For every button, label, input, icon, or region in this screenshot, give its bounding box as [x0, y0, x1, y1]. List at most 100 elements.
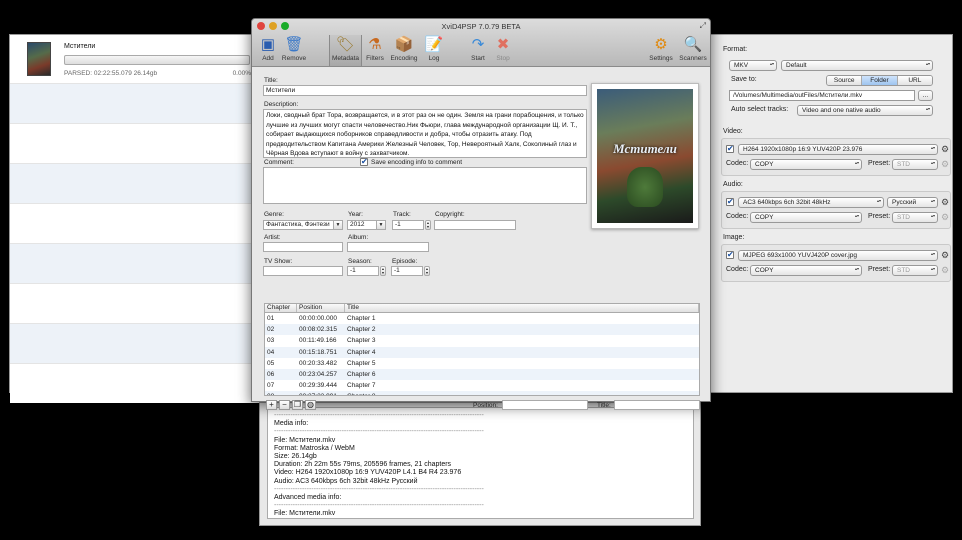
settings-button[interactable]: ⚙ Settings — [645, 35, 677, 62]
image-track-select[interactable]: MJPEG 693x1000 YUVJ420P cover.jpg — [738, 250, 938, 261]
browse-button[interactable]: ... — [918, 90, 933, 101]
fullscreen-icon[interactable]: ⤢ — [700, 21, 706, 31]
copy-chapters-icon[interactable]: ❐ — [292, 400, 303, 410]
chapter-position-input[interactable] — [502, 400, 588, 410]
table-row[interactable]: 06 00:23:04.257 Chapter 6 — [265, 368, 699, 381]
table-row[interactable]: 05 00:20:33.482 Chapter 5 — [265, 358, 699, 369]
chapters-header: Chapter Position Title — [265, 304, 699, 313]
audio-language-select[interactable]: Русский — [887, 197, 938, 208]
scanners-button[interactable]: 🔍 Scanners — [677, 35, 709, 62]
video-preset-select[interactable]: STD — [892, 159, 938, 170]
album-field[interactable] — [347, 242, 429, 252]
comment-field[interactable] — [263, 167, 587, 204]
table-row[interactable]: 03 00:11:49.166 Chapter 3 — [265, 335, 699, 346]
episode-label: Episode: — [392, 258, 418, 265]
artist-field[interactable] — [263, 242, 343, 252]
col-position-header[interactable]: Position — [297, 304, 345, 312]
trash-icon: 🗑 — [284, 36, 304, 53]
save-encoding-info-checkbox[interactable] — [360, 157, 368, 166]
table-row[interactable]: 07 00:29:39.444 Chapter 7 — [265, 380, 699, 391]
encoding-button[interactable]: 📦 Encoding — [388, 35, 420, 62]
video-track-select[interactable]: H264 1920x1080p 16:9 YUV420P 23.976 — [738, 144, 938, 155]
chapter-number-cell: 07 — [267, 382, 275, 390]
log-line: File: Мстители.mkv — [274, 510, 336, 518]
log-line: Audio: AC3 640kbps 6ch 32bit 48kHz Русск… — [274, 477, 418, 485]
output-path-input[interactable]: /Volumes/Multimedia/outFiles/Мстители.mk… — [729, 90, 915, 101]
metadata-window: XviD4PSP 7.0.79 BETA ⤢ ▣ Add 🗑 Remove 🏷 … — [251, 18, 711, 410]
audio-track-gear-icon[interactable]: ⚙ — [941, 198, 949, 207]
image-preset-gear-icon[interactable]: ⚙ — [941, 266, 949, 275]
filters-icon: ⚗ — [368, 36, 382, 53]
remove-button[interactable]: 🗑 Remove — [278, 35, 310, 62]
seg-url[interactable]: URL — [897, 76, 932, 85]
video-preset-gear-icon[interactable]: ⚙ — [941, 160, 949, 169]
video-track-checkbox[interactable] — [726, 144, 734, 153]
audio-codec-select[interactable]: COPY — [750, 212, 862, 223]
seg-source[interactable]: Source — [827, 76, 863, 85]
stepper-arrows-icon[interactable]: ▲ ▼ — [424, 266, 430, 276]
chevron-down-icon[interactable]: ▼ — [333, 221, 342, 229]
remove-chapter-button[interactable]: − — [279, 400, 290, 410]
tvshow-field[interactable] — [263, 266, 343, 276]
table-row[interactable]: 01 00:00:00.000 Chapter 1 — [265, 313, 699, 324]
stop-label: Stop — [496, 55, 510, 62]
audio-preset-select[interactable]: STD — [892, 212, 938, 223]
table-row[interactable]: 02 00:08:02.315 Chapter 2 — [265, 324, 699, 336]
audio-label: Audio: — [723, 181, 743, 188]
stepper-arrows-icon[interactable]: ▲ ▼ — [380, 266, 386, 276]
audio-track-select[interactable]: AC3 640kbps 6ch 32bit 48kHz — [738, 197, 884, 208]
log-line: ----------------------------------------… — [274, 502, 484, 510]
video-label: Video: — [723, 128, 743, 135]
format-select[interactable]: MKV — [729, 60, 777, 71]
auto-select-tracks[interactable]: Video and one native audio — [797, 105, 933, 116]
season-stepper[interactable]: -1 ▲ ▼ — [347, 266, 386, 276]
col-chapter-header[interactable]: Chapter — [265, 304, 297, 312]
chapter-title-label: Title: — [597, 402, 611, 409]
table-row[interactable]: 0800:37:23.991Chapter 8 — [265, 391, 699, 395]
video-codec-select[interactable]: COPY — [750, 159, 862, 170]
filters-button[interactable]: ⚗ Filters — [359, 35, 391, 62]
image-track-checkbox[interactable] — [726, 250, 734, 259]
log-button[interactable]: 📝 Log — [418, 35, 450, 62]
toolbar: XviD4PSP 7.0.79 BETA ⤢ ▣ Add 🗑 Remove 🏷 … — [252, 19, 710, 67]
image-codec-select[interactable]: COPY — [750, 265, 862, 276]
chapter-title-cell: Chapter 3 — [347, 337, 376, 345]
format-preset-select[interactable]: Default — [781, 60, 933, 71]
video-box: H264 1920x1080p 16:9 YUV420P 23.976 ⚙ Co… — [721, 138, 951, 176]
chevron-down-icon[interactable]: ▼ — [376, 221, 385, 229]
log-line: Duration: 2h 22m 55s 79ms, 205596 frames… — [274, 461, 452, 469]
col-title-header[interactable]: Title — [345, 304, 699, 312]
queue-window: Мстители PARSED: 02:22:55.079 26.14gb 0.… — [9, 34, 261, 403]
stop-button[interactable]: ✖ Stop — [487, 35, 519, 62]
globe-icon[interactable]: ◍ — [305, 400, 316, 410]
chapter-position-cell: 00:00:00.000 — [299, 315, 337, 322]
genre-combo[interactable]: Фантастика, Фэнтези ▼ — [263, 220, 343, 230]
title-field[interactable]: Мстители — [263, 85, 587, 96]
track-stepper[interactable]: -1 ▲ ▼ — [392, 220, 431, 230]
chapter-title-cell: Chapter 5 — [347, 359, 376, 367]
chapter-title-cell: Chapter 8 — [345, 391, 699, 395]
format-label: Format: — [723, 46, 748, 53]
log-line: Format: Matroska / WebM — [274, 444, 355, 452]
image-track-gear-icon[interactable]: ⚙ — [941, 251, 949, 260]
queue-progress-bar — [64, 55, 250, 65]
media-info-log[interactable]: ----------------------------------------… — [267, 407, 694, 519]
table-row[interactable]: 04 00:15:18.751 Chapter 4 — [265, 346, 699, 358]
cover-art-frame[interactable]: Мстители — [591, 83, 699, 229]
chapter-title-input[interactable] — [614, 400, 700, 410]
video-track-gear-icon[interactable]: ⚙ — [941, 145, 949, 154]
metadata-button[interactable]: 🏷 Metadata — [329, 35, 362, 66]
copyright-field[interactable] — [434, 220, 516, 230]
audio-preset-gear-icon[interactable]: ⚙ — [941, 213, 949, 222]
chapter-number-cell: 02 — [267, 326, 275, 334]
add-chapter-button[interactable]: + — [266, 400, 277, 410]
queue-item[interactable]: Мстители PARSED: 02:22:55.079 26.14gb 0.… — [10, 35, 260, 83]
stepper-arrows-icon[interactable]: ▲ ▼ — [425, 220, 431, 230]
audio-track-checkbox[interactable] — [726, 197, 734, 206]
image-preset-select[interactable]: STD — [892, 265, 938, 276]
episode-stepper[interactable]: -1 ▲ ▼ — [391, 266, 430, 276]
seg-folder[interactable]: Folder — [862, 76, 898, 85]
season-label: Season: — [348, 258, 372, 265]
description-field[interactable]: Локи, сводный брат Тора, возвращается, и… — [263, 109, 587, 158]
year-combo[interactable]: 2012 ▼ — [347, 220, 386, 230]
